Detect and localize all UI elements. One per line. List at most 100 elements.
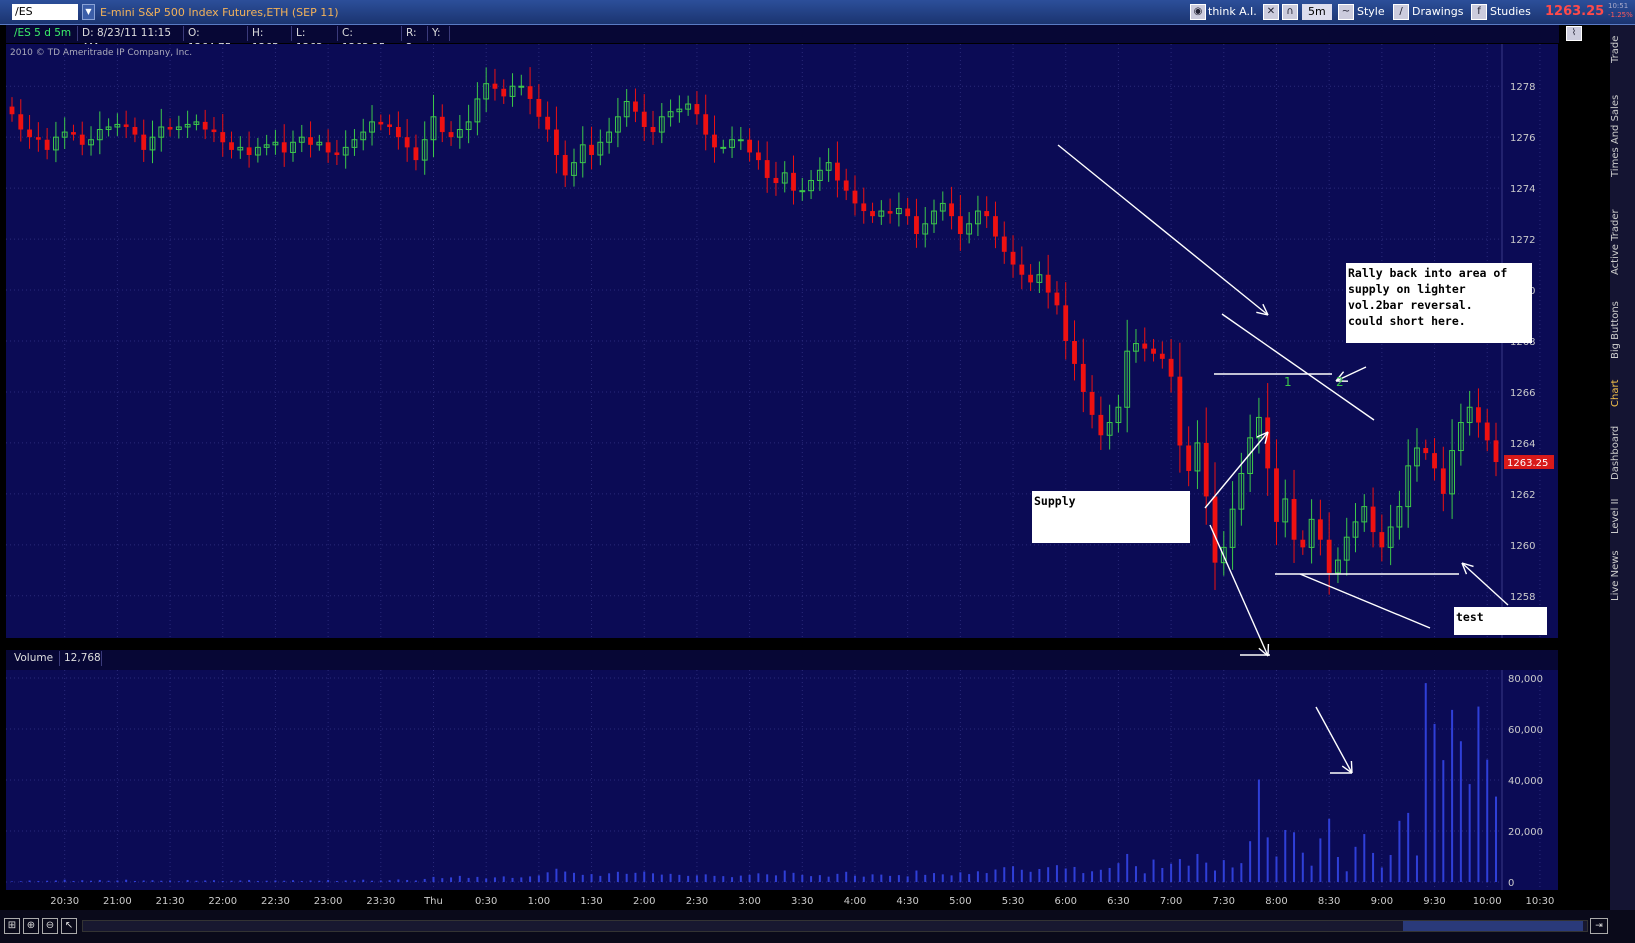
candle-body [1019,264,1025,275]
candle-body [123,124,129,127]
bottom-toolbar: ⊞ ⊕ ⊖ ↖ ⇥ [0,910,1635,943]
volume-bar [1301,852,1304,882]
volume-bar [880,874,883,882]
pointer-icon[interactable]: ↖ [61,918,77,934]
volume-bar [1433,723,1436,882]
candle-body [993,216,998,237]
candle-body [211,129,217,133]
volume-bar [546,872,549,882]
side-tab-live-news[interactable]: Live News [1610,545,1635,607]
volume-bar [1205,862,1208,882]
candle-body [439,116,445,133]
drawings-menu[interactable]: Drawings [1412,4,1463,20]
think-ai-button[interactable]: think A.I. [1208,4,1257,20]
scrollbar-thumb[interactable] [1403,921,1583,931]
volume-bar [616,871,619,882]
studies-menu[interactable]: Studies [1490,4,1531,20]
volume-tick-label: 0 [1508,878,1514,889]
candle-body [562,155,568,176]
volume-bar [818,875,821,882]
volume-chart-panel[interactable]: 0 20,000 40,000 60,000 80,000 [6,670,1594,890]
volume-bar [256,880,259,882]
candle-body [1089,391,1095,415]
candle-body [703,114,709,135]
volume-bar [1415,855,1418,882]
zoom-in-icon[interactable]: ⊕ [23,918,39,934]
volume-bar [1459,741,1462,882]
symbol-input[interactable]: /ES [12,4,78,20]
candle-body [492,83,498,89]
symbol-dropdown-button[interactable]: ▼ [82,4,95,20]
last-price-tag-label: 1263.25 [1507,458,1548,469]
period-label[interactable]: /ES 5 d 5m [10,26,78,41]
volume-bar [1003,867,1006,882]
volume-bar [590,874,593,882]
interval-button[interactable]: 5m [1302,4,1332,20]
candle-body [1072,341,1077,364]
scroll-end-icon[interactable]: ⇥ [1590,918,1608,934]
x-tick-label: 10:00 [1473,896,1502,907]
volume-bar [63,879,66,882]
candle-body [1291,498,1297,540]
candle-body [641,111,647,127]
volume-bar [1451,709,1454,882]
candle-body [1186,445,1192,471]
volume-bar [687,875,690,882]
candle-body [132,126,138,135]
x-tick-label: 4:30 [896,896,918,907]
side-tab-big-buttons[interactable]: Big Buttons [1610,293,1635,368]
volume-bar [142,880,145,882]
volume-bar [1055,865,1058,882]
x-tick-label: 5:30 [1002,896,1024,907]
volume-bar [1328,818,1331,882]
candle-body [870,211,875,217]
candle-body [905,208,911,217]
candle-body [1054,292,1060,306]
side-tab-times-and-sales[interactable]: Times And Sales [1610,81,1635,191]
volume-bar [406,879,409,882]
volume-bar [90,880,93,882]
candle-body [861,203,867,212]
x-tick-label: 8:30 [1318,896,1340,907]
side-tab-active-trader[interactable]: Active Trader [1610,200,1635,285]
drawings-icon[interactable]: / [1393,4,1409,20]
x-tick-label: 6:00 [1054,896,1076,907]
magnet-icon[interactable]: ∩ [1282,4,1298,20]
style-menu[interactable]: Style [1357,4,1385,20]
side-tab-dashboard[interactable]: Dashboard [1610,420,1635,485]
horizontal-scrollbar[interactable] [82,920,1588,932]
volume-bar [1196,853,1199,882]
style-icon[interactable]: ~ [1338,4,1354,20]
candle-body [712,134,717,148]
date-readout: D: 8/23/11 11:15 AM [78,26,184,54]
y-tick-label: 1272 [1510,235,1535,246]
volume-bar [1187,865,1190,882]
volume-bar [520,877,523,882]
grid-icon[interactable]: ⊞ [4,918,20,934]
volume-bar [608,873,611,882]
volume-tick-label: 80,000 [1508,674,1543,685]
candle-body [387,124,393,127]
volume-bar [660,874,663,882]
globe-icon[interactable]: ◉ [1190,4,1206,20]
zoom-out-icon[interactable]: ⊖ [42,918,58,934]
studies-icon[interactable]: f [1471,4,1487,20]
side-tab-chart[interactable]: Chart [1610,375,1635,411]
volume-bar [1442,760,1445,882]
price-chart[interactable]: 1258126012621264126612681270127212741276… [6,44,1594,638]
volume-bar [994,869,997,882]
price-chart-panel[interactable]: 1258126012621264126612681270127212741276… [6,44,1594,638]
volume-bar [924,874,927,882]
volume-chart[interactable]: 0 20,000 40,000 60,000 80,000 [6,670,1594,890]
volume-bar [792,872,795,882]
crosshair-icon[interactable]: ✕ [1263,4,1279,20]
x-tick-label: 20:30 [50,896,79,907]
volume-tick-label: 20,000 [1508,827,1543,838]
side-tab-trade[interactable]: Trade [1610,27,1635,71]
side-tab-level-ii[interactable]: Level II [1610,493,1635,539]
chart-settings-icon[interactable]: ⌇ [1566,26,1582,41]
volume-bar [1170,863,1173,882]
volume-bar [1012,866,1015,882]
x-tick-label: 1:30 [580,896,602,907]
copyright-text: 2010 © TD Ameritrade IP Company, Inc. [10,48,193,58]
